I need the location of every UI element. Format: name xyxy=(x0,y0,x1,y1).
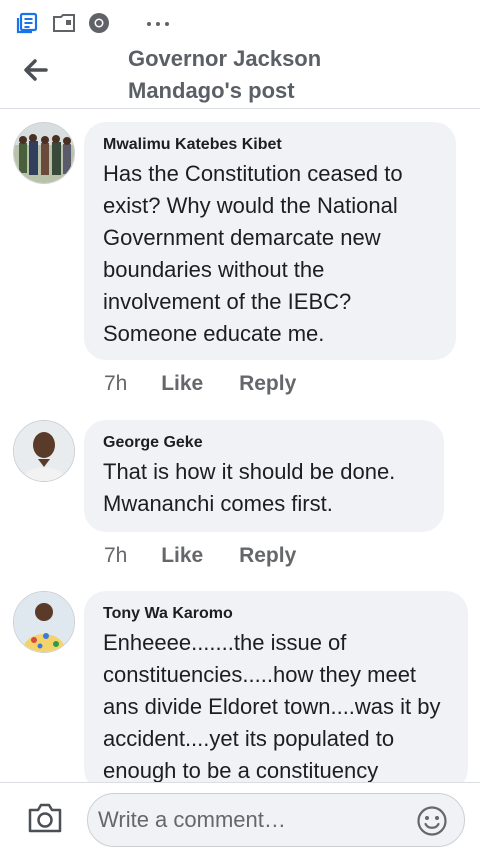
avatar[interactable] xyxy=(13,122,75,184)
comment-input[interactable]: Write a comment… xyxy=(87,793,465,847)
folder-icon xyxy=(53,14,75,32)
reply-button[interactable]: Reply xyxy=(239,372,296,396)
chrome-icon xyxy=(89,13,109,33)
more-dots-icon xyxy=(147,22,169,26)
news-icon xyxy=(16,12,38,34)
back-arrow-icon[interactable] xyxy=(20,54,52,86)
reply-button[interactable]: Reply xyxy=(239,544,296,568)
page-title: Governor Jackson Mandago's post xyxy=(128,46,322,103)
comment-bubble[interactable]: George Geke That is how it should be don… xyxy=(84,420,444,532)
comment-bubble[interactable]: Tony Wa Karomo Enheeee.......the issue o… xyxy=(84,591,468,791)
comment-time: 7h xyxy=(104,544,128,567)
comment-input-placeholder: Write a comment… xyxy=(98,807,286,832)
avatar[interactable] xyxy=(13,420,75,482)
like-button[interactable]: Like xyxy=(161,544,203,568)
camera-icon[interactable] xyxy=(27,801,63,835)
comment-bubble[interactable]: Mwalimu Katebes Kibet Has the Constituti… xyxy=(84,122,456,360)
post-header: Governor Jackson Mandago's post xyxy=(0,38,480,109)
comment-composer: Write a comment… xyxy=(0,782,480,855)
smiley-icon[interactable] xyxy=(416,805,448,837)
comment-actions: 7h Like Reply xyxy=(104,544,296,568)
comment-author[interactable]: Mwalimu Katebes Kibet xyxy=(103,134,440,156)
comment-time: 7h xyxy=(104,372,128,395)
like-button[interactable]: Like xyxy=(161,372,203,396)
comment-text: Has the Constitution ceased to exist? Wh… xyxy=(103,161,403,346)
comment-author[interactable]: George Geke xyxy=(103,432,428,454)
avatar[interactable] xyxy=(13,591,75,653)
comment-text: That is how it should be done. Mwananchi… xyxy=(103,459,396,516)
comment-text: Enheeee.......the issue of constituencie… xyxy=(103,630,441,783)
comment-author[interactable]: Tony Wa Karomo xyxy=(103,603,452,625)
comment-actions: 7h Like Reply xyxy=(104,372,296,396)
